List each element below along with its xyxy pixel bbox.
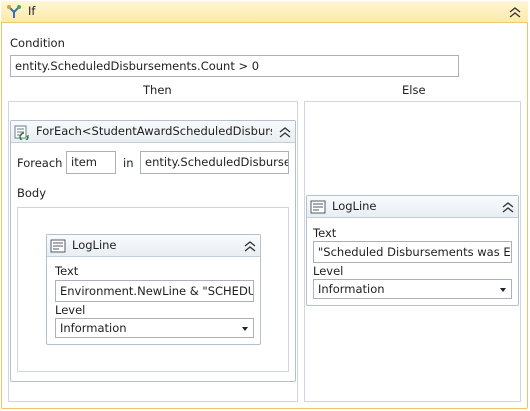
logline-header-else[interactable]: LogLine: [307, 196, 518, 218]
if-header[interactable]: If: [1, 1, 528, 23]
text-label-else: Text: [313, 226, 337, 240]
foreach-header[interactable]: ForEach<StudentAwardScheduledDisburser: [11, 121, 295, 143]
foreach-label: Foreach: [17, 156, 63, 170]
logline-title-then: LogLine: [72, 238, 117, 252]
logline-header-then[interactable]: LogLine: [47, 235, 260, 257]
collapse-icon[interactable]: [502, 201, 514, 213]
logline-icon: [50, 239, 66, 253]
text-label-then: Text: [55, 264, 79, 278]
chevron-down-icon: [242, 327, 248, 331]
level-value-else: Information: [318, 282, 385, 296]
else-label: Else: [402, 83, 426, 97]
chevron-down-icon: [500, 288, 506, 292]
level-select-then[interactable]: Information: [55, 318, 254, 338]
if-branch-icon: [7, 5, 21, 18]
text-input-else[interactable]: "Scheduled Disbursements was Emp: [313, 241, 512, 263]
collapse-icon[interactable]: [244, 240, 256, 252]
foreach-icon: [14, 125, 29, 140]
if-title: If: [28, 4, 36, 18]
level-value-then: Information: [60, 321, 127, 335]
body-label: Body: [17, 186, 47, 200]
level-label-else: Level: [313, 264, 344, 278]
logline-title-else: LogLine: [332, 199, 377, 213]
condition-input[interactable]: entity.ScheduledDisbursements.Count > 0: [10, 55, 459, 77]
collapse-icon[interactable]: [279, 126, 291, 138]
foreach-collection-input[interactable]: entity.ScheduledDisburser: [140, 151, 289, 174]
level-select-else[interactable]: Information: [313, 279, 512, 299]
foreach-item-input[interactable]: item: [66, 151, 116, 174]
then-label: Then: [143, 83, 172, 97]
logline-icon: [310, 200, 326, 214]
foreach-title: ForEach<StudentAwardScheduledDisburser: [36, 124, 272, 138]
level-label-then: Level: [55, 303, 86, 317]
collapse-icon[interactable]: [508, 6, 522, 18]
text-input-then[interactable]: Environment.NewLine & "SCHEDUL: [55, 280, 254, 302]
in-label: in: [123, 156, 134, 170]
condition-label: Condition: [10, 36, 65, 50]
